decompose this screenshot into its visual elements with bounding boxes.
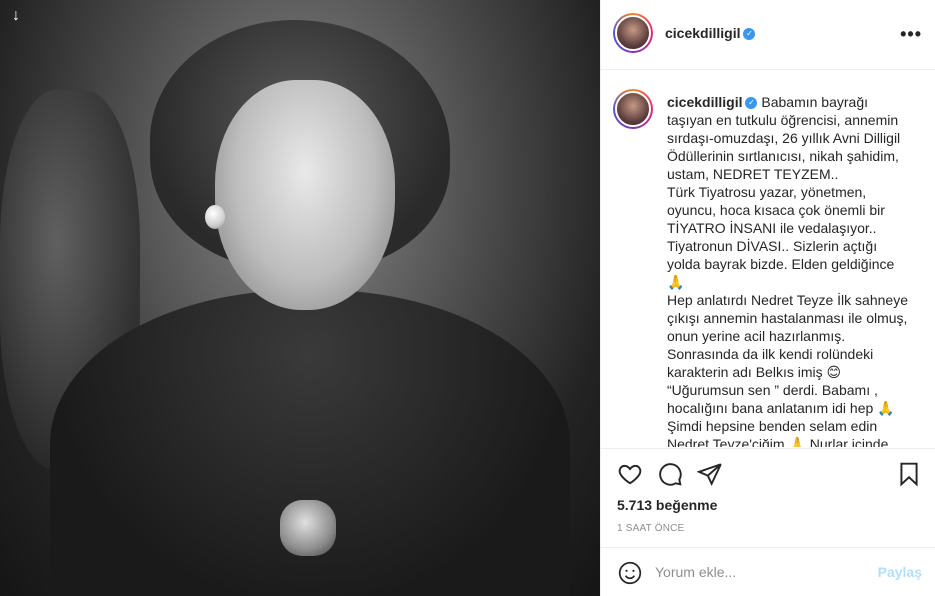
caption-line: Babamın bayrağı xyxy=(761,94,868,110)
comment-bar: Paylaş xyxy=(601,547,935,596)
caption-line: karakterin adı Belkıs imiş 😊 xyxy=(667,364,842,380)
caption-line: TİYATRO İNSANI ile vedalaşıyor.. xyxy=(667,220,877,236)
caption-area: cicekdilligil ✓ Babamın bayrağı taşıyan e… xyxy=(601,71,935,447)
caption-line: 🙏 xyxy=(667,274,685,290)
post-photo[interactable]: ↓ xyxy=(0,0,600,596)
verified-badge-icon: ✓ xyxy=(745,97,758,110)
caption-line: sırdaşı-omuzdaşı, 26 yıllık Avni Dilligi… xyxy=(667,130,901,146)
photo-subject-earring xyxy=(205,205,225,229)
header-username[interactable]: cicekdilligil xyxy=(665,25,740,41)
caption-line: Sonrasında da ilk kendi rolündeki xyxy=(667,346,874,362)
likes-count[interactable]: 5.713 beğenme xyxy=(617,497,717,513)
caption-line: Tiyatronun DİVASI.. Sizlerin açtığı xyxy=(667,238,878,254)
post-comment-button[interactable]: Paylaş xyxy=(878,564,922,580)
heart-icon[interactable] xyxy=(617,461,643,487)
emoji-icon[interactable] xyxy=(617,560,643,586)
caption-line: Şimdi hepsine benden selam edin xyxy=(667,418,878,434)
caption-line: onun yerine acil hazırlanmış. xyxy=(667,328,846,344)
caption-line: Nedret Teyze'ciğim 🙏 Nurlar içinde xyxy=(667,436,889,447)
photo-subject-face xyxy=(215,80,395,310)
post-timestamp[interactable]: 1 SAAT ÖNCE xyxy=(617,523,684,534)
caption-line: ustam, NEDRET TEYZEM.. xyxy=(667,166,839,182)
caption-line: oyuncu, hoca kısaca çok önemli bir xyxy=(667,202,885,218)
bookmark-icon[interactable] xyxy=(896,461,922,487)
photo-subject-brooch xyxy=(280,500,336,556)
caption-line: Ödüllerinin sırtlanıcısı, nikah şahidim, xyxy=(667,148,899,164)
caption-line: taşıyan en tutkulu öğrencisi, annemin xyxy=(667,112,899,128)
share-icon[interactable] xyxy=(696,461,723,487)
more-options-button[interactable]: ••• xyxy=(900,24,922,45)
caption-text: cicekdilligil ✓ Babamın bayrağı taşıyan e… xyxy=(667,93,929,447)
caption-line: Hep anlatırdı Nedret Teyze İlk sahneye xyxy=(667,292,908,308)
comment-input[interactable] xyxy=(655,558,865,586)
avatar[interactable] xyxy=(613,13,653,53)
caption-line: çıkışı annemin hastalanması ile olmuş, xyxy=(667,310,908,326)
header-username-link[interactable]: cicekdilligil ✓ xyxy=(665,25,756,41)
download-icon[interactable]: ↓ xyxy=(6,6,26,26)
caption-avatar[interactable] xyxy=(613,89,653,129)
caption-username[interactable]: cicekdilligil xyxy=(667,94,742,110)
caption-line: “Uğurumsun sen ” derdi. Babamı , xyxy=(667,382,878,398)
caption-line: Türk Tiyatrosu yazar, yönetmen, xyxy=(667,184,867,200)
caption-line: hocalığını bana anlatanım idi hep 🙏 xyxy=(667,400,895,416)
post-header: cicekdilligil ✓ ••• xyxy=(601,0,935,70)
post-side-panel: cicekdilligil ✓ ••• cicekdilligil ✓ Babamı… xyxy=(600,0,935,596)
caption-line: yolda bayrak bizde. Elden geldiğince xyxy=(667,256,895,272)
comment-icon[interactable] xyxy=(657,461,683,487)
verified-badge-icon: ✓ xyxy=(743,28,756,41)
